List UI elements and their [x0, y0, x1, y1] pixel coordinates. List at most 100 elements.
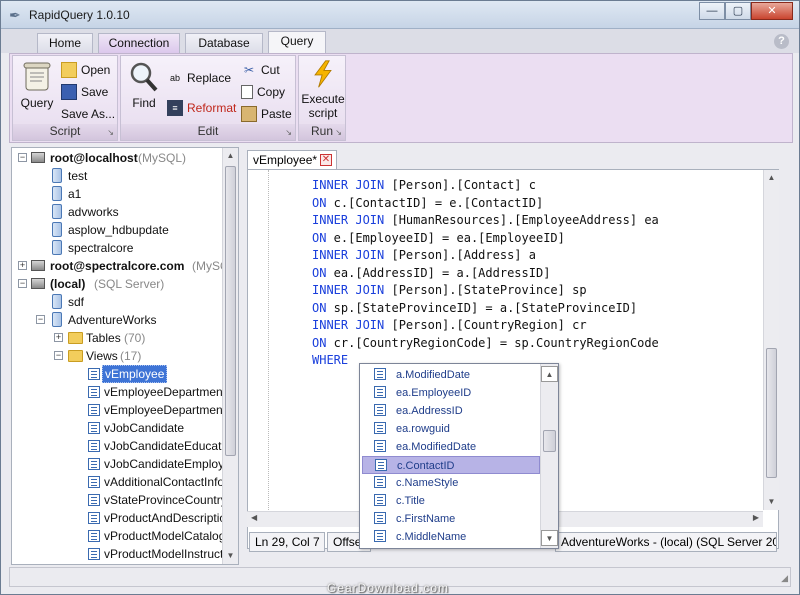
- help-icon[interactable]: ?: [774, 34, 789, 49]
- sql-text: e.[EmployeeID] = ea.[EmployeeID]: [326, 230, 565, 245]
- scroll-up-icon[interactable]: ▲: [764, 170, 779, 186]
- cut-button[interactable]: ✂ Cut: [241, 60, 280, 80]
- scroll-down-icon[interactable]: ▼: [223, 548, 238, 564]
- tree-server-spectralcore[interactable]: + root@spectralcore.com (MySQL): [12, 257, 222, 275]
- autocomplete-item[interactable]: a.ModifiedDate: [362, 366, 540, 384]
- tree-db-sdf[interactable]: sdf: [12, 293, 222, 311]
- document-tab[interactable]: vEmployee* ✕: [247, 150, 337, 170]
- autocomplete-item[interactable]: c.Title: [362, 492, 540, 510]
- tree-view-item[interactable]: vEmployeeDepartmentH: [12, 401, 222, 419]
- collapse-icon[interactable]: −: [36, 315, 45, 324]
- copy-button[interactable]: Copy: [241, 82, 285, 102]
- autocomplete-item[interactable]: ea.ModifiedDate: [362, 438, 540, 456]
- scroll-up-icon[interactable]: ▲: [541, 366, 558, 382]
- expand-icon[interactable]: +: [54, 333, 63, 342]
- autocomplete-item[interactable]: ea.EmployeeID: [362, 384, 540, 402]
- tree-view-item[interactable]: vEmployeeDepartment: [12, 383, 222, 401]
- code-area[interactable]: INNER JOIN [Person].[Contact] c ON c.[Con…: [312, 177, 659, 370]
- editor-scroll-thumb[interactable]: [766, 348, 777, 478]
- tree-db-spectralcore[interactable]: spectralcore: [12, 239, 222, 257]
- execute-script-button[interactable]: Execute script: [301, 58, 345, 120]
- autocomplete-item[interactable]: c.MiddleName: [362, 528, 540, 546]
- tree-db-advworks[interactable]: advworks: [12, 203, 222, 221]
- sql-keyword: ON: [312, 300, 327, 315]
- tree-folder-views[interactable]: − Views (17): [12, 347, 222, 365]
- code-line[interactable]: ON e.[EmployeeID] = ea.[EmployeeID]: [312, 230, 659, 248]
- code-line[interactable]: ON cr.[CountryRegionCode] = sp.CountryRe…: [312, 335, 659, 353]
- column-icon: [374, 404, 386, 416]
- column-icon: [374, 368, 386, 380]
- tree-db-adventureworks[interactable]: − AdventureWorks: [12, 311, 222, 329]
- autocomplete-item[interactable]: c.ContactID: [362, 456, 540, 474]
- tree-view-item[interactable]: vJobCandidate: [12, 419, 222, 437]
- replace-button[interactable]: ab Replace: [167, 68, 231, 88]
- find-button[interactable]: Find: [125, 60, 163, 110]
- query-button[interactable]: Query: [17, 60, 57, 110]
- save-button[interactable]: Save: [61, 82, 108, 102]
- tab-database[interactable]: Database: [185, 33, 263, 53]
- tree-view-item[interactable]: vProductAndDescription: [12, 509, 222, 527]
- autocomplete-item[interactable]: ea.AddressID: [362, 402, 540, 420]
- ribbon: Query Open Save Save As... Script ↘ Find…: [9, 53, 793, 143]
- autocomplete-scroll-thumb[interactable]: [543, 430, 556, 452]
- script-launcher-icon[interactable]: ↘: [107, 128, 114, 137]
- tree-db-asplow[interactable]: asplow_hdbupdate: [12, 221, 222, 239]
- tree-view-item[interactable]: vStateProvinceCountry: [12, 491, 222, 509]
- editor-vscrollbar[interactable]: ▲ ▼: [763, 170, 779, 510]
- scroll-right-icon[interactable]: ▶: [753, 513, 759, 522]
- maximize-button[interactable]: ▢: [725, 2, 751, 20]
- tree-server-localhost[interactable]: − root@localhost (MySQL): [12, 149, 222, 167]
- autocomplete-popup[interactable]: ▲ ▼ a.ModifiedDate ea.EmployeeID ea.Addres…: [359, 363, 559, 549]
- code-line[interactable]: INNER JOIN [Person].[CountryRegion] cr: [312, 317, 659, 335]
- run-launcher-icon[interactable]: ↘: [335, 128, 342, 137]
- code-line[interactable]: INNER JOIN [Person].[Contact] c: [312, 177, 659, 195]
- code-line[interactable]: ON ea.[AddressID] = a.[AddressID]: [312, 265, 659, 283]
- tree-folder-tables[interactable]: + Tables (70): [12, 329, 222, 347]
- autocomplete-item[interactable]: ea.rowguid: [362, 420, 540, 438]
- open-button[interactable]: Open: [61, 60, 110, 80]
- code-line[interactable]: INNER JOIN [HumanResources].[EmployeeAdd…: [312, 212, 659, 230]
- collapse-icon[interactable]: −: [54, 351, 63, 360]
- expand-icon[interactable]: +: [18, 261, 27, 270]
- autocomplete-scrollbar[interactable]: ▲ ▼: [540, 364, 558, 548]
- autocomplete-label: ea.EmployeeID: [396, 387, 472, 399]
- edit-launcher-icon[interactable]: ↘: [285, 128, 292, 137]
- tab-home[interactable]: Home: [37, 33, 93, 53]
- autocomplete-item[interactable]: c.NameStyle: [362, 474, 540, 492]
- tree-view-item[interactable]: vJobCandidateEducatio: [12, 437, 222, 455]
- scroll-down-icon[interactable]: ▼: [541, 530, 558, 546]
- code-line[interactable]: INNER JOIN [Person].[StateProvince] sp: [312, 282, 659, 300]
- resize-grip-icon[interactable]: ◢: [781, 573, 788, 584]
- tree-db-test[interactable]: test: [12, 167, 222, 185]
- reformat-button[interactable]: ≡ Reformat: [167, 98, 236, 118]
- tree-scrollbar[interactable]: ▲ ▼: [222, 148, 238, 564]
- tree-view-item[interactable]: vAdditionalContactInfo: [12, 473, 222, 491]
- autocomplete-item[interactable]: c.FirstName: [362, 510, 540, 528]
- close-tab-icon[interactable]: ✕: [320, 154, 332, 166]
- save-as-button[interactable]: Save As...: [61, 104, 115, 124]
- code-line[interactable]: ON c.[ContactID] = e.[ContactID]: [312, 195, 659, 213]
- server-type: (MySQL): [138, 151, 186, 165]
- scroll-up-icon[interactable]: ▲: [223, 148, 238, 164]
- scroll-down-icon[interactable]: ▼: [764, 494, 779, 510]
- tree-db-a1[interactable]: a1: [12, 185, 222, 203]
- server-name: root@spectralcore.com: [50, 259, 185, 273]
- close-button[interactable]: ✕: [751, 2, 793, 20]
- tree-view-item[interactable]: vProductModelCatalogD: [12, 527, 222, 545]
- tree-server-local[interactable]: − (local) (SQL Server): [12, 275, 222, 293]
- tab-query[interactable]: Query: [268, 31, 326, 54]
- tree-view-item[interactable]: vEmployee: [12, 365, 222, 383]
- tree-view-item[interactable]: vProductModelInstructi: [12, 545, 222, 563]
- collapse-icon[interactable]: −: [18, 153, 27, 162]
- minimize-button[interactable]: —: [699, 2, 725, 20]
- paste-button[interactable]: Paste: [241, 104, 292, 124]
- code-line[interactable]: INNER JOIN [Person].[Address] a: [312, 247, 659, 265]
- scroll-left-icon[interactable]: ◀: [251, 513, 257, 522]
- server-type: (SQL Server): [94, 277, 165, 291]
- sql-keyword: INNER JOIN: [312, 248, 385, 262]
- tree-scroll-thumb[interactable]: [225, 166, 236, 456]
- collapse-icon[interactable]: −: [18, 279, 27, 288]
- tree-view-item[interactable]: vJobCandidateEmployme: [12, 455, 222, 473]
- code-line[interactable]: ON sp.[StateProvinceID] = a.[StateProvin…: [312, 300, 659, 318]
- tab-connection[interactable]: Connection: [98, 33, 180, 53]
